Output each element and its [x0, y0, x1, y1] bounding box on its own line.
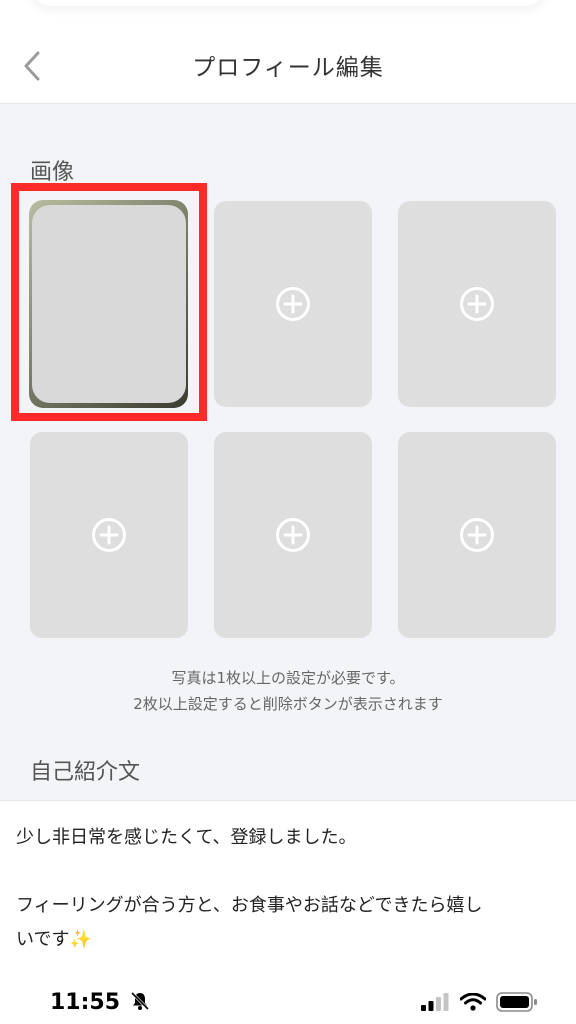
photo-slot-5[interactable]	[214, 432, 372, 638]
header-bar: プロフィール編集	[0, 0, 576, 104]
add-circle-icon	[460, 518, 494, 552]
photo-notice-line-2: 2枚以上設定すると削除ボタンが表示されます	[133, 695, 443, 713]
status-time-text: 11:55	[50, 990, 121, 1015]
photo-slot-2[interactable]	[214, 201, 372, 407]
photo-notice-line-1: 写真は1枚以上の設定が必要です。	[171, 669, 405, 687]
bio-line-2: フィーリングが合う方と、お食事やお話などできたら嬉し	[16, 895, 483, 916]
highlight-frame	[11, 183, 207, 421]
add-circle-icon	[276, 287, 310, 321]
photo-slot-3[interactable]	[398, 201, 556, 407]
add-circle-icon	[92, 518, 126, 552]
bio-section-label: 自己紹介文	[30, 760, 141, 785]
status-time: 11:55	[50, 990, 150, 1015]
status-icons	[420, 992, 538, 1012]
sheet-top-edge	[28, 0, 548, 6]
wifi-icon	[460, 993, 486, 1011]
signal-icon	[421, 993, 449, 1011]
add-circle-icon	[460, 287, 494, 321]
bio-line-3: いです✨	[16, 929, 92, 950]
status-bar: 11:55	[0, 976, 576, 1024]
bell-slash-icon	[130, 991, 149, 1011]
bio-blank-line	[16, 855, 560, 889]
page-title: プロフィール編集	[192, 55, 384, 81]
photo-slot-6[interactable]	[398, 432, 556, 638]
bio-line-1: 少し非日常を感じたくて、登録しました。	[16, 827, 357, 848]
battery-icon	[496, 992, 537, 1012]
photo-slot-4[interactable]	[30, 432, 188, 638]
add-circle-icon	[276, 518, 310, 552]
photos-section-label: 画像	[30, 160, 75, 185]
